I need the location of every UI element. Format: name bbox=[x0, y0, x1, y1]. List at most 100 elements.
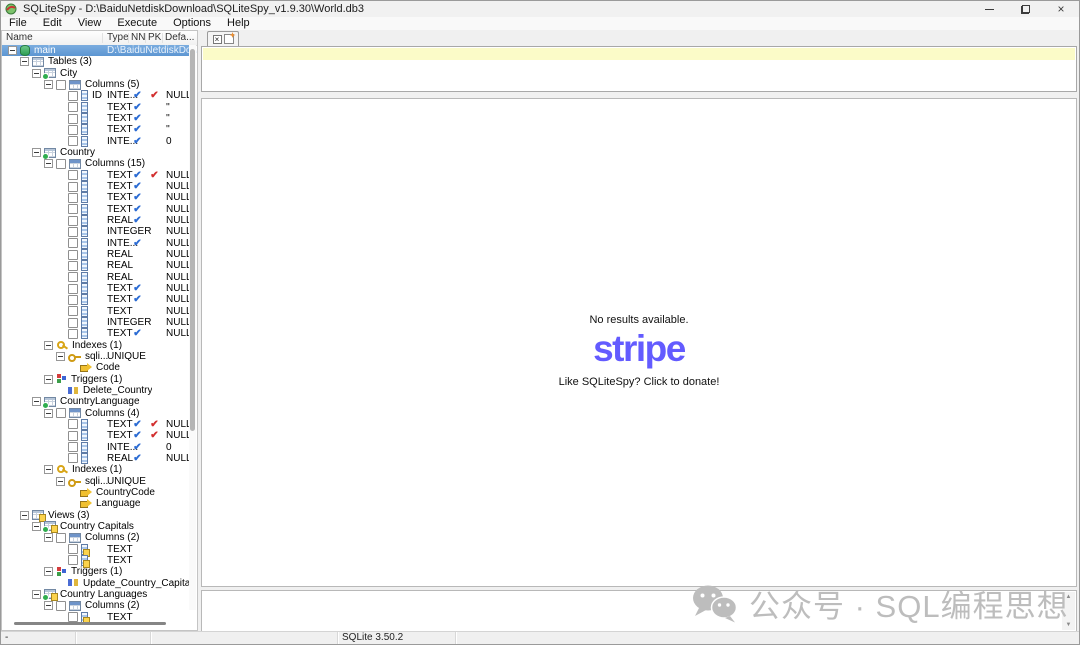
tree-row-triggers-1-[interactable]: Triggers (1) bbox=[2, 374, 190, 385]
expand-toggle-icon[interactable] bbox=[44, 80, 53, 89]
expand-toggle-icon[interactable] bbox=[44, 409, 53, 418]
scrollbar-thumb[interactable] bbox=[14, 622, 166, 625]
tree-row-main[interactable]: mainD:\BaiduNetdiskDownload\ bbox=[2, 45, 190, 56]
tree-row-country[interactable]: Country bbox=[2, 147, 190, 158]
tree-row[interactable]: REAL✔NULL bbox=[2, 215, 190, 226]
tree-row[interactable]: TEXT✔'' bbox=[2, 102, 190, 113]
header-name[interactable]: Name bbox=[6, 32, 33, 43]
checkbox[interactable] bbox=[68, 125, 78, 135]
stripe-logo[interactable]: stripe bbox=[202, 331, 1076, 367]
checkbox[interactable] bbox=[56, 159, 66, 169]
checkbox[interactable] bbox=[68, 442, 78, 452]
expand-toggle-icon[interactable] bbox=[44, 341, 53, 350]
checkbox[interactable] bbox=[68, 544, 78, 554]
minimize-button[interactable] bbox=[971, 1, 1007, 17]
tree-row-update-country-capitals[interactable]: Update_Country_Capitals bbox=[2, 577, 190, 588]
checkbox[interactable] bbox=[68, 318, 78, 328]
tree-row[interactable]: TEXT✔NULL bbox=[2, 204, 190, 215]
tree-row[interactable]: REALNULL bbox=[2, 249, 190, 260]
tree-row-city[interactable]: City bbox=[2, 68, 190, 79]
tree-row[interactable]: TEXT✔NULL bbox=[2, 192, 190, 203]
expand-toggle-icon[interactable] bbox=[56, 352, 65, 361]
expand-toggle-icon[interactable] bbox=[44, 533, 53, 542]
expand-toggle-icon[interactable] bbox=[44, 159, 53, 168]
checkbox[interactable] bbox=[68, 453, 78, 463]
checkbox[interactable] bbox=[68, 419, 78, 429]
tree-row-id[interactable]: IDINTE...✔✔NULL bbox=[2, 90, 190, 101]
checkbox[interactable] bbox=[68, 216, 78, 226]
checkbox[interactable] bbox=[68, 193, 78, 203]
tree-row[interactable]: REALNULL bbox=[2, 260, 190, 271]
donate-text[interactable]: Like SQLiteSpy? Click to donate! bbox=[202, 376, 1076, 388]
checkbox[interactable] bbox=[68, 91, 78, 101]
tree-row-columns-2-[interactable]: Columns (2) bbox=[2, 600, 190, 611]
checkbox[interactable] bbox=[68, 284, 78, 294]
new-tab-star-icon[interactable] bbox=[224, 34, 234, 44]
tab-close-icon[interactable] bbox=[213, 35, 222, 44]
tree-row-countrylanguage[interactable]: CountryLanguage bbox=[2, 396, 190, 407]
expand-toggle-icon[interactable] bbox=[32, 148, 41, 157]
expand-toggle-icon[interactable] bbox=[44, 601, 53, 610]
tree-row[interactable]: INTE...✔0 bbox=[2, 136, 190, 147]
checkbox[interactable] bbox=[68, 306, 78, 316]
tree-row[interactable]: INTE...✔0 bbox=[2, 441, 190, 452]
tree-row-columns-4-[interactable]: Columns (4) bbox=[2, 408, 190, 419]
tree-row[interactable]: TEXT✔'' bbox=[2, 124, 190, 135]
tree-row[interactable]: TEXT bbox=[2, 543, 190, 554]
expand-toggle-icon[interactable] bbox=[32, 397, 41, 406]
tree-row[interactable]: REALNULL bbox=[2, 272, 190, 283]
tree-row[interactable]: TEXT✔'' bbox=[2, 113, 190, 124]
menu-edit[interactable]: Edit bbox=[35, 17, 70, 30]
tree-row-code[interactable]: Code bbox=[2, 362, 190, 373]
header-type[interactable]: Type bbox=[107, 32, 129, 43]
tree-row-countrycode[interactable]: CountryCode bbox=[2, 487, 190, 498]
tree-row-indexes-1-[interactable]: Indexes (1) bbox=[2, 464, 190, 475]
checkbox[interactable] bbox=[68, 170, 78, 180]
checkbox[interactable] bbox=[68, 261, 78, 271]
tree-row-columns-15-[interactable]: Columns (15) bbox=[2, 158, 190, 169]
checkbox[interactable] bbox=[68, 555, 78, 565]
checkbox[interactable] bbox=[56, 533, 66, 543]
tree-row[interactable]: INTEGERNULL bbox=[2, 226, 190, 237]
tree-row-delete-country[interactable]: Delete_Country bbox=[2, 385, 190, 396]
menu-execute[interactable]: Execute bbox=[109, 17, 165, 30]
checkbox[interactable] bbox=[68, 182, 78, 192]
query-tab[interactable] bbox=[207, 31, 239, 46]
tree-row-country-languages[interactable]: Country Languages bbox=[2, 589, 190, 600]
tree-row-country-capitals[interactable]: Country Capitals bbox=[2, 521, 190, 532]
close-button[interactable]: × bbox=[1043, 1, 1079, 17]
tree-row[interactable]: TEXT✔✔NULL bbox=[2, 170, 190, 181]
scroll-down-icon[interactable]: ▼ bbox=[1066, 622, 1072, 628]
tree-row[interactable]: INTEGERNULL bbox=[2, 317, 190, 328]
tree-row[interactable]: TEXT✔NULL bbox=[2, 181, 190, 192]
expand-toggle-icon[interactable] bbox=[44, 465, 53, 474]
expand-toggle-icon[interactable] bbox=[44, 375, 53, 384]
expand-toggle-icon[interactable] bbox=[44, 567, 53, 576]
detail-vertical-scrollbar[interactable]: ▲ ▼ bbox=[1062, 592, 1075, 630]
sql-editor[interactable] bbox=[201, 46, 1077, 92]
checkbox[interactable] bbox=[68, 102, 78, 112]
tree-row[interactable]: TEXT bbox=[2, 555, 190, 566]
tree-row-tables-3-[interactable]: Tables (3) bbox=[2, 56, 190, 67]
checkbox[interactable] bbox=[68, 204, 78, 214]
scrollbar-thumb[interactable] bbox=[190, 49, 195, 431]
checkbox[interactable] bbox=[68, 136, 78, 146]
tree-row[interactable]: TEXT✔✔NULL bbox=[2, 419, 190, 430]
expand-toggle-icon[interactable] bbox=[20, 57, 29, 66]
tree-row[interactable]: REAL✔NULL bbox=[2, 453, 190, 464]
expand-toggle-icon[interactable] bbox=[32, 590, 41, 599]
header-default[interactable]: Defa... bbox=[165, 32, 194, 43]
tree-row[interactable]: TEXT✔NULL bbox=[2, 328, 190, 339]
expand-toggle-icon[interactable] bbox=[32, 69, 41, 78]
tree-row[interactable]: TEXT✔NULL bbox=[2, 283, 190, 294]
checkbox[interactable] bbox=[56, 408, 66, 418]
tree-row-columns-2-[interactable]: Columns (2) bbox=[2, 532, 190, 543]
checkbox[interactable] bbox=[56, 80, 66, 90]
expand-toggle-icon[interactable] bbox=[20, 511, 29, 520]
header-pk[interactable]: PK bbox=[148, 32, 161, 43]
tree-row-columns-5-[interactable]: Columns (5) bbox=[2, 79, 190, 90]
tree-row[interactable]: TEXT✔NULL bbox=[2, 294, 190, 305]
tree-row[interactable]: TEXT✔✔NULL bbox=[2, 430, 190, 441]
checkbox[interactable] bbox=[68, 272, 78, 282]
checkbox[interactable] bbox=[68, 612, 78, 622]
